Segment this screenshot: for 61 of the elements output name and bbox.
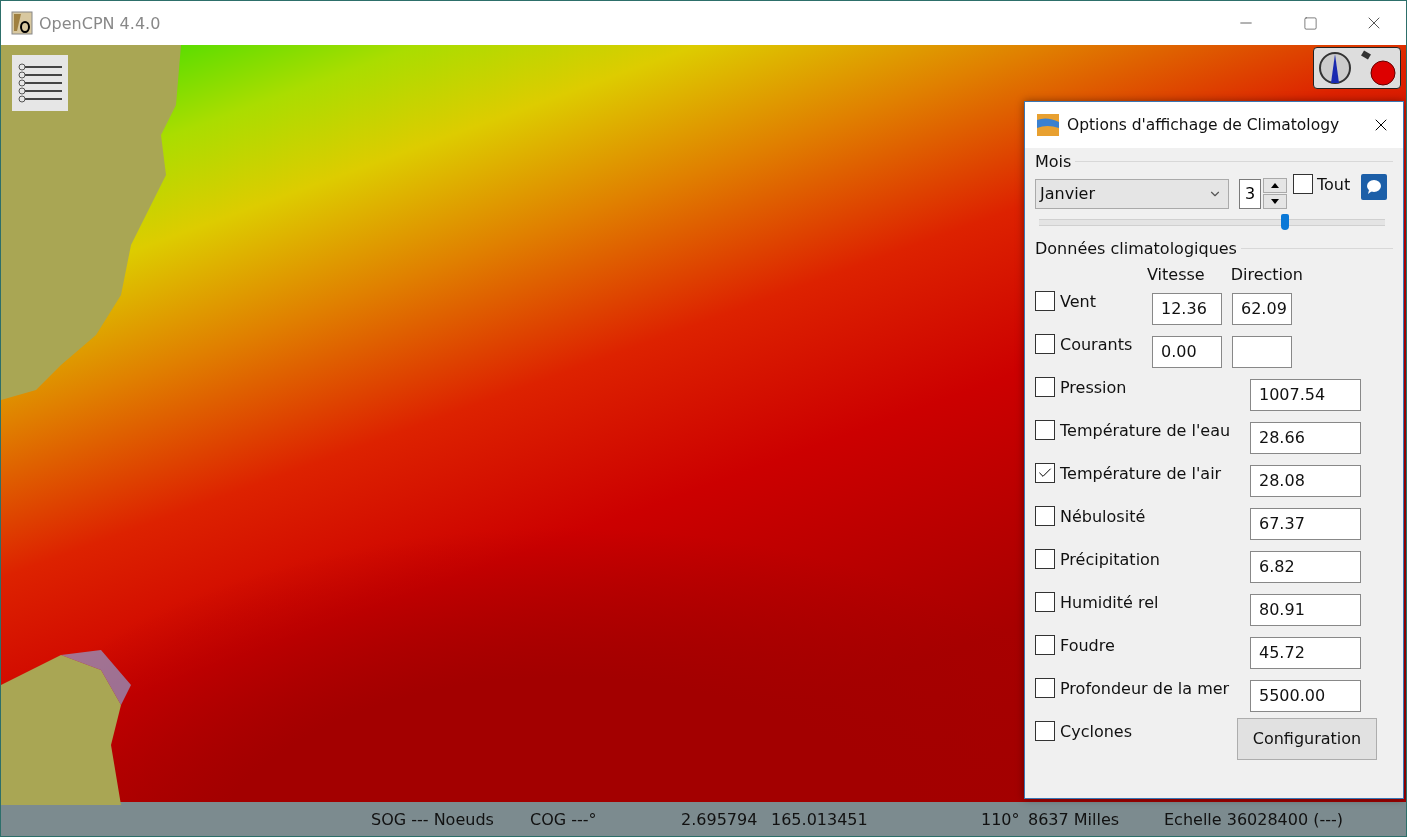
checkbox[interactable] (1035, 549, 1055, 569)
checkbox[interactable] (1035, 592, 1055, 612)
window-title: OpenCPN 4.4.0 (39, 13, 161, 33)
checkbox-label: Température de l'eau (1060, 420, 1231, 440)
spin-up-icon[interactable] (1263, 178, 1287, 193)
status-text: Echelle 36028400 (---) (1164, 809, 1345, 829)
group-label: Mois (1035, 151, 1072, 171)
compass-icon[interactable] (1318, 51, 1352, 85)
speed-field[interactable]: 12.36 (1152, 292, 1222, 325)
value-field[interactable]: 1007.54 (1250, 378, 1361, 411)
checkbox-label: Courants (1060, 334, 1133, 354)
month-number-field[interactable]: 3 (1239, 178, 1261, 209)
checkbox-label: Foudre (1060, 635, 1115, 655)
configuration-button[interactable]: Configuration (1237, 717, 1377, 760)
value-field[interactable]: 6.82 (1250, 550, 1361, 583)
checkbox[interactable] (1035, 420, 1055, 440)
value-field[interactable]: 45.72 (1250, 636, 1361, 669)
column-header: Vitesse (1147, 264, 1205, 284)
checkbox-label: Vent (1060, 291, 1096, 311)
status-text: 2.695794 (681, 809, 759, 829)
checkbox[interactable] (1035, 334, 1055, 354)
checkbox[interactable] (1035, 377, 1055, 397)
checkbox[interactable] (1035, 678, 1055, 698)
checkbox[interactable] (1035, 635, 1055, 655)
dialog-title: Options d'affichage de Climatology (1067, 116, 1341, 134)
checkbox-label: Nébulosité (1060, 506, 1146, 526)
spin-down-icon[interactable] (1263, 194, 1287, 209)
checkbox-label: Profondeur de la mer (1060, 678, 1230, 698)
chat-icon[interactable] (1361, 174, 1387, 200)
month-dropdown[interactable]: Janvier (1035, 178, 1229, 209)
direction-field[interactable] (1232, 335, 1292, 368)
status-text: COG ---° (530, 809, 598, 829)
status-text: 110° (981, 809, 1021, 829)
status-text: 8637 Milles (1028, 809, 1121, 829)
value-field[interactable]: 67.37 (1250, 507, 1361, 540)
group-label: Données climatologiques (1035, 238, 1237, 258)
dialog-icon (1037, 114, 1059, 136)
checkbox-label: Pression (1060, 377, 1127, 397)
direction-field[interactable]: 62.09 (1232, 292, 1292, 325)
checkbox[interactable] (1035, 506, 1055, 526)
checkbox-label: Cyclones (1060, 721, 1132, 741)
checkbox[interactable] (1035, 721, 1055, 741)
checkbox-label: Tout (1317, 174, 1351, 194)
checkbox[interactable] (1035, 291, 1055, 311)
menu-icon[interactable] (12, 55, 68, 111)
status-text: 165.013451 (771, 809, 869, 829)
checkbox[interactable] (1035, 463, 1055, 483)
app-icon (11, 11, 33, 35)
value-field[interactable]: 80.91 (1250, 593, 1361, 626)
status-text: SOG --- Noeuds (371, 809, 495, 829)
value-field[interactable]: 28.66 (1250, 421, 1361, 454)
checkbox-label: Humidité rel (1060, 592, 1159, 612)
value-field[interactable]: 28.08 (1250, 464, 1361, 497)
speed-field[interactable]: 0.00 (1152, 335, 1222, 368)
checkbox[interactable] (1293, 174, 1313, 194)
checkbox-label: Température de l'air (1060, 463, 1222, 483)
slider-thumb[interactable] (1280, 214, 1289, 230)
record-icon[interactable] (1360, 50, 1396, 86)
column-header: Direction (1230, 264, 1303, 284)
value-field[interactable]: 5500.00 (1250, 679, 1361, 712)
checkbox-label: Précipitation (1060, 549, 1160, 569)
